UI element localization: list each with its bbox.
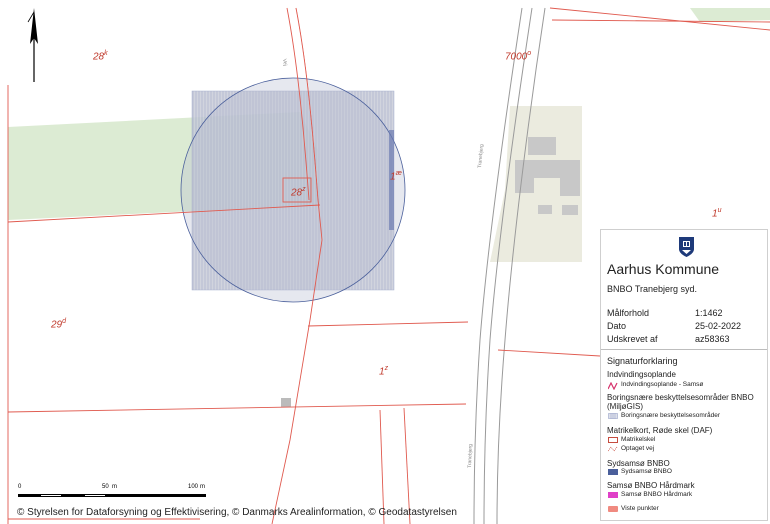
salmon-box-icon <box>608 506 618 512</box>
scale-label: 0 <box>18 484 22 490</box>
parcel-label: 1u <box>712 207 722 220</box>
scale-segment <box>18 494 40 497</box>
legend-signatur-title: Signaturforklaring <box>607 356 678 366</box>
legend-item-label: Samsø BNBO Hårdmark <box>621 491 693 498</box>
parcel-label: 1z <box>379 365 389 378</box>
magenta-box-icon <box>608 492 618 498</box>
road-label: Vej <box>281 58 289 67</box>
parcel-label: 29d <box>51 318 67 331</box>
legend-group-title: Indvindingsoplande <box>607 370 676 379</box>
meta-value: az58363 <box>695 334 730 344</box>
legend-item-label: Sydsamsø BNBO <box>621 468 672 475</box>
meta-label: Målforhold <box>607 308 650 318</box>
scale-segment <box>84 494 106 497</box>
building <box>528 137 556 155</box>
red-outline-box-icon <box>608 437 618 443</box>
small-building <box>281 398 291 407</box>
legend-item-label: Optaget vej <box>621 445 655 452</box>
legend-divider <box>601 349 767 350</box>
meta-row-scale: Målforhold 1:1462 <box>607 308 757 318</box>
green-field-northeast <box>690 8 770 22</box>
red-zigzag-icon <box>608 382 618 390</box>
aarhus-kommune-crest-icon <box>679 237 694 257</box>
legend-item-label: Indvindingsoplande - Samsø <box>621 381 704 388</box>
legend-subtitle: BNBO Tranebjerg syd. <box>607 284 698 294</box>
copyright-notice: © Styrelsen for Dataforsyning og Effekti… <box>17 507 457 518</box>
map-legend-panel: Aarhus Kommune BNBO Tranebjerg syd. Målf… <box>600 229 768 521</box>
legend-item-label: Viste punkter <box>621 505 659 512</box>
red-dashed-line-icon <box>608 446 618 452</box>
meta-value: 1:1462 <box>695 308 723 318</box>
scale-label: 50 <box>102 484 109 490</box>
legend-title: Aarhus Kommune <box>607 261 720 277</box>
meta-value: 25-02-2022 <box>695 321 742 331</box>
road-label: Tranebjerg <box>467 443 474 469</box>
scale-label: m <box>112 484 117 490</box>
meta-label: Udskrevet af <box>607 334 658 344</box>
scale-label: 100 <box>188 484 199 490</box>
meta-row-date: Dato 25-02-2022 <box>607 321 757 331</box>
scale-segment <box>62 494 84 497</box>
legend-group-title: Samsø BNBO Hårdmark <box>607 481 695 490</box>
legend-group-title: Boringsnære beskyttelsesområder BNBO (Mi… <box>607 393 754 411</box>
scale-label: m <box>200 484 205 490</box>
parcel-label: 7000o <box>505 50 532 63</box>
parcel-label: 28k <box>93 50 108 63</box>
parcel-label: 28z <box>291 186 306 199</box>
building <box>538 205 552 214</box>
building <box>562 205 578 215</box>
scale-bar: 0 50 m 100 m <box>18 484 208 504</box>
legend-item-label: Matrikelskel <box>621 436 656 443</box>
blue-box-icon <box>608 469 618 475</box>
legend-item-label: Boringsnære beskyttelsesområder <box>621 412 720 419</box>
hatched-box-icon <box>608 413 618 419</box>
north-arrow-icon <box>24 8 44 82</box>
scale-segment <box>106 494 206 497</box>
meta-label: Dato <box>607 321 627 331</box>
legend-group-title: Matrikelkort, Røde skel (DAF) <box>607 426 713 435</box>
legend-group-title: Sydsamsø BNBO <box>607 459 670 468</box>
parcel-label: 1æ <box>390 170 402 183</box>
scale-segment <box>40 494 62 497</box>
meta-row-printed-by: Udskrevet af az58363 <box>607 334 757 344</box>
